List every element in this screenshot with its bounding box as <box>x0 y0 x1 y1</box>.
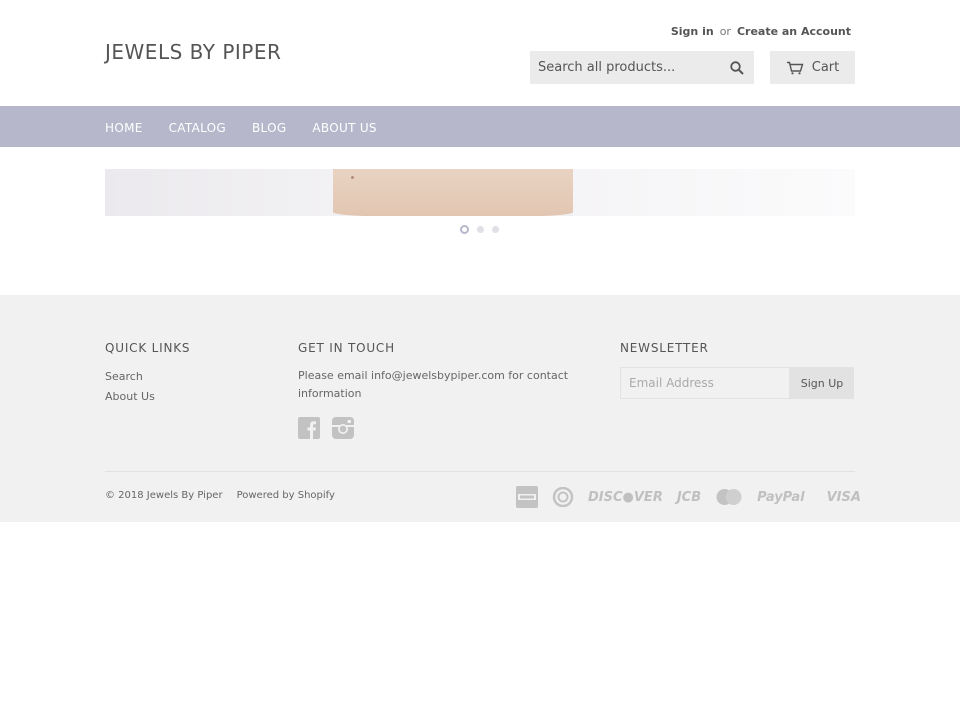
newsletter-signup-button[interactable]: Sign Up <box>790 367 854 399</box>
quick-links-column: QUICK LINKS Search About Us <box>105 341 190 407</box>
main-nav: HOME CATALOG BLOG ABOUT US <box>0 106 960 147</box>
nav-item-home[interactable]: HOME <box>105 121 143 135</box>
slider-dot[interactable] <box>460 225 469 234</box>
newsletter-heading: NEWSLETTER <box>620 341 709 355</box>
create-account-link[interactable]: Create an Account <box>737 25 851 38</box>
discover-icon: DISC●VER <box>588 489 663 505</box>
powered-by-shopify-link[interactable]: Powered by Shopify <box>237 490 335 501</box>
cart-icon <box>786 61 804 74</box>
contact-text: Please email info@jewelsbypiper.com for … <box>298 369 569 400</box>
nav-item-about-us[interactable]: ABOUT US <box>312 121 376 135</box>
site-header: JEWELS BY PIPER Sign in or Create an Accou… <box>0 0 960 106</box>
payment-methods: DISC●VER JCB PayPal VISA <box>516 486 861 508</box>
quick-links-heading: QUICK LINKS <box>105 341 191 355</box>
site-logo[interactable]: JEWELS BY PIPER <box>105 40 281 64</box>
slider-dot[interactable] <box>477 226 484 233</box>
jcb-icon: JCB <box>676 489 702 505</box>
copyright-text: © 2018 Jewels By Piper <box>105 490 223 501</box>
search-input[interactable] <box>530 51 720 84</box>
search-icon <box>730 60 744 75</box>
or-separator: or <box>719 25 731 38</box>
nav-item-catalog[interactable]: CATALOG <box>169 121 226 135</box>
footer-legal: © 2018 Jewels By Piper Powered by Shopify <box>105 490 335 501</box>
visa-icon: VISA <box>826 489 861 505</box>
social-links <box>298 417 588 439</box>
instagram-icon[interactable] <box>332 417 354 439</box>
search-button[interactable] <box>720 51 754 84</box>
contact-heading: GET IN TOUCH <box>298 341 395 355</box>
footer-divider <box>105 471 855 472</box>
paypal-icon: PayPal <box>757 489 805 505</box>
mastercard-icon <box>716 489 742 505</box>
footer-link-about-us[interactable]: About Us <box>105 387 190 407</box>
footer-link-search[interactable]: Search <box>105 367 190 387</box>
contact-column: GET IN TOUCH Please email info@jewelsbyp… <box>298 341 588 439</box>
diners-club-icon <box>552 487 574 507</box>
slider-dot[interactable] <box>492 226 499 233</box>
newsletter-form: Sign Up <box>620 367 854 399</box>
cart-button[interactable]: Cart <box>770 51 855 84</box>
american-express-icon <box>516 486 538 508</box>
sign-in-link[interactable]: Sign in <box>671 25 714 38</box>
site-footer: QUICK LINKS Search About Us GET IN TOUCH… <box>0 295 960 522</box>
search-form <box>530 51 754 84</box>
account-links: Sign in or Create an Account <box>671 25 851 38</box>
newsletter-email-input[interactable] <box>620 367 790 399</box>
cart-label: Cart <box>811 60 840 75</box>
nav-item-blog[interactable]: BLOG <box>252 121 286 135</box>
facebook-icon[interactable] <box>298 417 320 439</box>
slider-pagination <box>460 225 499 234</box>
newsletter-column: NEWSLETTER Sign Up <box>620 341 854 399</box>
hero-slide-image[interactable] <box>105 169 855 216</box>
